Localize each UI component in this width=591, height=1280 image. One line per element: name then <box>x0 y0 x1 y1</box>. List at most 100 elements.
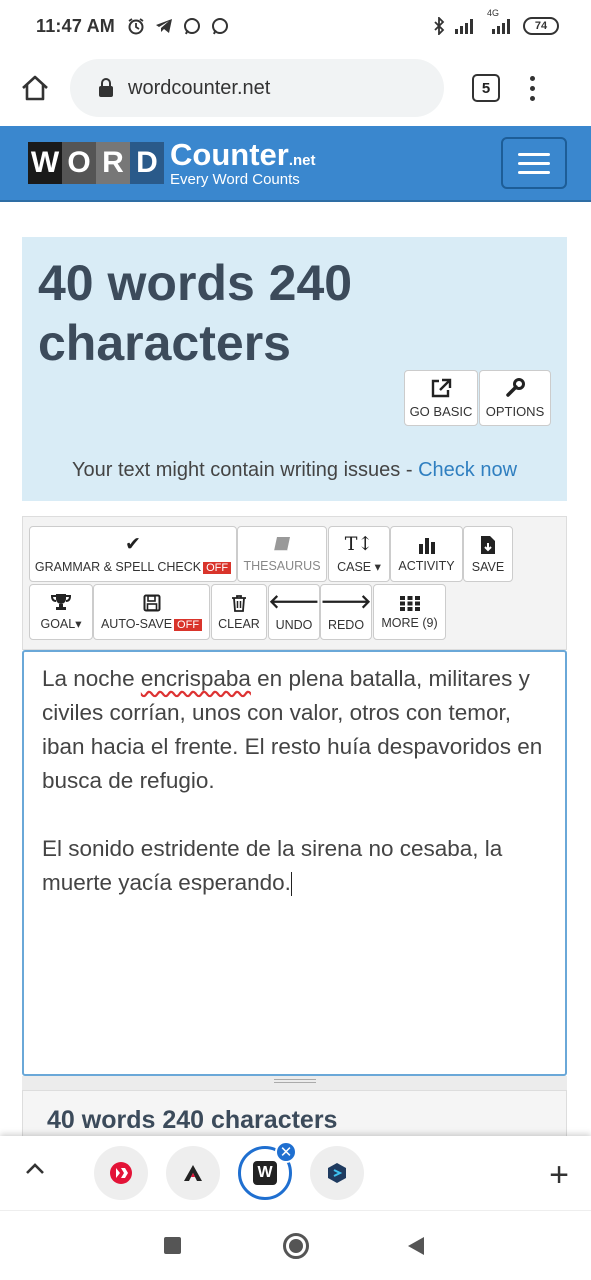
thesaurus-button[interactable]: THESAURUS <box>237 526 327 582</box>
writing-issues-notice: Your text might contain writing issues -… <box>22 459 567 482</box>
go-basic-button[interactable]: GO BASIC <box>404 370 478 426</box>
home-icon <box>22 75 48 101</box>
ecency-icon <box>184 1165 202 1181</box>
checkmark-icon: ✔ <box>125 533 141 555</box>
logo-letter: O <box>62 142 96 184</box>
text-editor[interactable]: La noche encrispaba en plena batalla, mi… <box>22 650 567 1076</box>
bluetooth-icon <box>434 17 445 35</box>
bottom-tab-strip: W ✕ + <box>0 1136 591 1210</box>
new-tab-button[interactable]: + <box>549 1156 569 1195</box>
text-run: La noche <box>42 666 141 691</box>
save-label: SAVE <box>471 559 505 574</box>
clock: 11:47 AM <box>36 15 115 36</box>
whatsapp-icon <box>183 18 200 35</box>
auto-save-label: AUTO-SAVE <box>100 616 173 631</box>
tab-switcher-button[interactable]: 5 <box>472 74 500 102</box>
options-button[interactable]: OPTIONS <box>479 370 551 426</box>
redo-label: REDO <box>327 617 365 632</box>
external-link-icon <box>431 378 452 397</box>
telegram-icon <box>155 19 172 33</box>
arrow-left-icon: 🡐 <box>268 591 320 613</box>
auto-save-off-badge: OFF <box>174 618 203 631</box>
tab-ecency[interactable] <box>166 1146 220 1200</box>
signal-icon <box>455 19 473 34</box>
tab-hive[interactable] <box>94 1146 148 1200</box>
book-icon <box>274 536 290 552</box>
activity-label: ACTIVITY <box>398 558 455 573</box>
paragraph: La noche encrispaba en plena batalla, mi… <box>42 662 547 798</box>
site-header: W O R D Counter.net Every Word Counts <box>0 126 591 202</box>
undo-label: UNDO <box>275 617 313 632</box>
logo-tagline: Every Word Counts <box>170 171 300 188</box>
undo-button[interactable]: 🡐 UNDO <box>268 584 320 640</box>
network-type: 4G <box>487 8 500 18</box>
back-button[interactable] <box>406 1235 426 1257</box>
battery-indicator: 74 <box>523 17 559 35</box>
logo-name: Counter <box>170 137 289 172</box>
peakd-icon <box>328 1163 346 1183</box>
browser-toolbar: wordcounter.net 5 <box>0 52 591 124</box>
grammar-off-badge: OFF <box>203 561 232 574</box>
signal-icon <box>492 19 510 34</box>
bar-chart-icon <box>418 537 435 554</box>
trash-icon <box>232 594 246 612</box>
lock-icon <box>99 78 113 97</box>
grammar-label: GRAMMAR & SPELL CHECK <box>34 559 202 574</box>
home-button[interactable] <box>0 74 70 102</box>
logo-letter: R <box>96 142 130 184</box>
close-tab-icon[interactable]: ✕ <box>275 1141 297 1163</box>
save-button[interactable]: SAVE <box>463 526 513 582</box>
text-cursor <box>290 872 292 897</box>
address-bar[interactable]: wordcounter.net <box>70 59 444 117</box>
misspelled-word[interactable]: encrispaba <box>141 666 251 691</box>
grammar-spell-check-button[interactable]: ✔ GRAMMAR & SPELL CHECK OFF <box>29 526 237 582</box>
system-nav-bar <box>0 1210 591 1280</box>
editor-resize-handle[interactable] <box>22 1076 567 1090</box>
check-now-link[interactable]: Check now <box>418 459 517 481</box>
grid-icon <box>399 595 420 611</box>
site-logo[interactable]: W O R D <box>28 142 164 184</box>
more-button[interactable]: MORE (9) <box>373 584 446 640</box>
caret-down-icon: ▾ <box>374 560 381 574</box>
more-label: MORE (9) <box>381 615 438 630</box>
text-height-icon: T↕ <box>344 533 374 555</box>
logo-letter: D <box>130 142 164 184</box>
paragraph: El sonido estridente de la sirena no ces… <box>42 832 547 900</box>
text-run: El sonido estridente de la sirena no ces… <box>42 836 503 895</box>
go-basic-label: GO BASIC <box>409 403 473 419</box>
case-label: CASE <box>337 560 372 574</box>
overflow-menu-icon[interactable] <box>530 75 535 101</box>
status-bar: 11:47 AM 4G 74 <box>0 0 591 52</box>
alarm-icon <box>128 18 144 35</box>
hive-icon <box>110 1162 132 1184</box>
logo-text: Counter.net Every Word Counts <box>170 139 316 187</box>
tab-peakd[interactable] <box>310 1146 364 1200</box>
recents-button[interactable] <box>164 1237 181 1254</box>
home-nav-button[interactable] <box>283 1233 309 1259</box>
url-text: wordcounter.net <box>128 76 271 99</box>
chevron-up-icon[interactable] <box>24 1162 46 1176</box>
caret-down-icon: ▾ <box>75 617 82 631</box>
tab-wordcounter[interactable]: W ✕ <box>238 1141 297 1200</box>
activity-button[interactable]: ACTIVITY <box>390 526 463 582</box>
goal-button[interactable]: GOAL▾ <box>29 584 93 640</box>
options-label: OPTIONS <box>485 403 545 419</box>
bottom-word-count: 40 words 240 characters <box>22 1090 567 1140</box>
count-panel: 40 words 240 characters GO BASIC OPTIONS… <box>22 237 567 501</box>
case-button[interactable]: T↕ CASE ▾ <box>328 526 390 582</box>
floppy-disk-icon <box>143 594 160 611</box>
issues-text: Your text might contain writing issues - <box>71 459 419 481</box>
hamburger-menu-button[interactable] <box>501 137 567 189</box>
word-character-count: 40 words 240 characters <box>38 255 353 371</box>
editor-toolbar: ✔ GRAMMAR & SPELL CHECK OFF THESAURUS T↕ … <box>22 516 567 650</box>
redo-button[interactable]: 🡒 REDO <box>320 584 372 640</box>
wrench-icon <box>506 377 525 397</box>
logo-letter: W <box>28 142 62 184</box>
auto-save-button[interactable]: AUTO-SAVE OFF <box>93 584 210 640</box>
clear-button[interactable]: CLEAR <box>211 584 267 640</box>
wordcounter-icon: W <box>253 1161 277 1185</box>
goal-label: GOAL <box>40 617 76 631</box>
clear-label: CLEAR <box>218 616 260 631</box>
logo-tld: .net <box>288 152 316 169</box>
file-download-icon <box>481 535 495 554</box>
